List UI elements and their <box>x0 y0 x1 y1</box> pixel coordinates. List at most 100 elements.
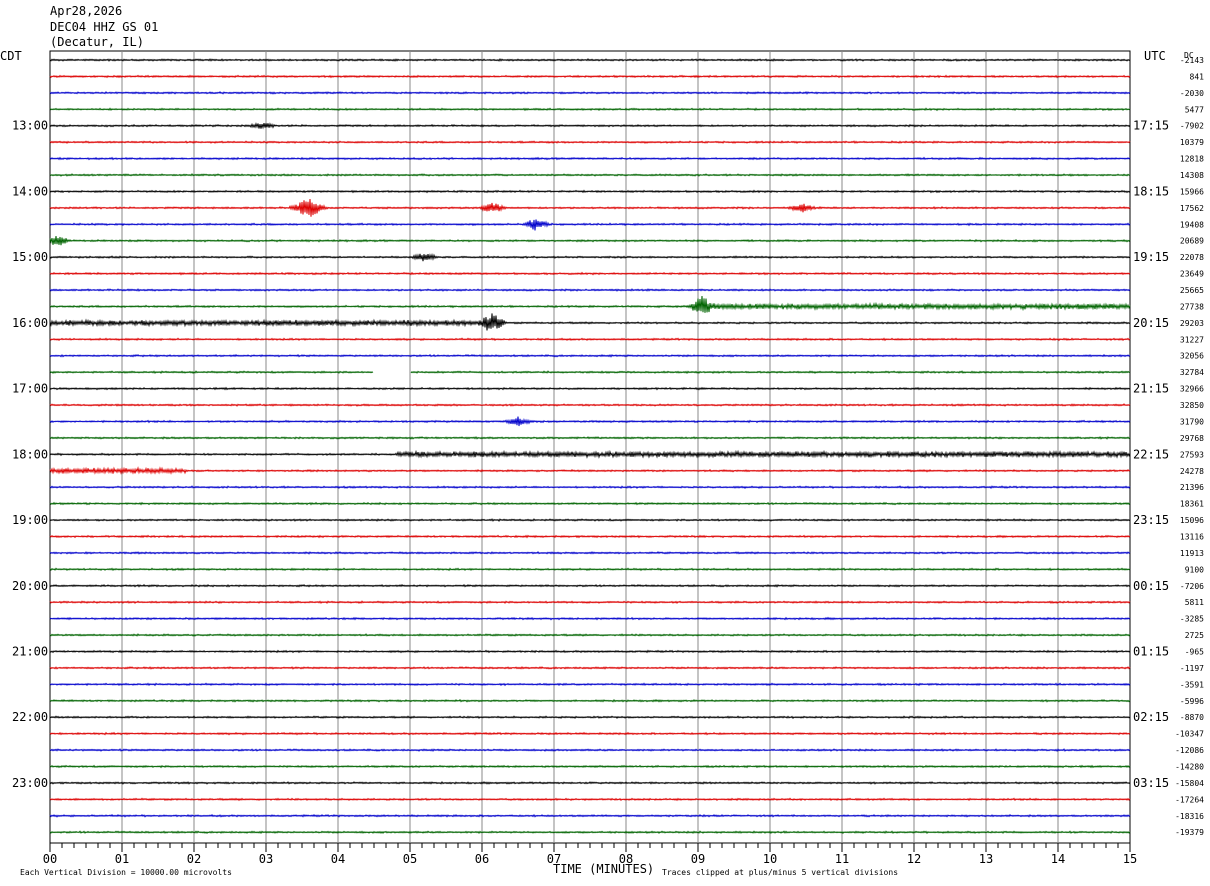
left-hour-label: 15:00 <box>12 250 48 264</box>
seismic-trace <box>49 219 1131 231</box>
right-hour-label: 17:15 <box>1133 119 1169 133</box>
seismic-trace <box>49 466 1131 475</box>
chart-frame <box>49 50 1131 844</box>
seismic-trace <box>49 288 1131 292</box>
right-hour-label: 20:15 <box>1133 316 1169 330</box>
dc-offset-value: 2725 <box>1185 631 1204 640</box>
right-zone-label: UTC <box>1144 49 1166 63</box>
dc-offset-value: 841 <box>1190 72 1205 81</box>
x-tick-label: 11 <box>835 852 849 866</box>
right-hour-label: 03:15 <box>1133 776 1169 790</box>
left-hour-label: 22:00 <box>12 710 48 724</box>
right-hour-label: 22:15 <box>1133 447 1169 461</box>
seismic-trace <box>49 189 1131 194</box>
dc-offset-value: 27593 <box>1180 450 1204 459</box>
x-tick-label: 01 <box>115 852 129 866</box>
dc-offset-value: 29203 <box>1180 319 1204 328</box>
seismic-trace <box>49 252 1131 262</box>
seismic-trace <box>49 90 1131 95</box>
right-hour-label: 23:15 <box>1133 513 1169 527</box>
x-axis-title: TIME (MINUTES) <box>553 862 654 876</box>
seismic-trace <box>49 534 1131 539</box>
dc-offset-value: 19408 <box>1180 220 1204 229</box>
seismic-trace <box>49 797 1131 802</box>
x-tick-label: 05 <box>403 852 417 866</box>
dc-offset-value: -3285 <box>1180 615 1204 624</box>
left-hour-label: 16:00 <box>12 316 48 330</box>
seismic-trace <box>49 313 1131 331</box>
dc-offset-value: -14280 <box>1175 762 1204 771</box>
x-tick-label: 12 <box>907 852 921 866</box>
dc-offset-value: 31227 <box>1180 335 1204 344</box>
seismic-trace <box>49 436 1131 440</box>
seismic-trace <box>49 666 1131 670</box>
seismic-trace <box>49 353 1131 358</box>
dc-offset-value: -18316 <box>1175 812 1204 821</box>
x-tick-label: 10 <box>763 852 777 866</box>
left-hour-label: 23:00 <box>12 776 48 790</box>
dc-offset-value: -2030 <box>1180 89 1204 98</box>
seismic-trace <box>49 748 1131 753</box>
x-tick-label: 00 <box>43 852 57 866</box>
seismic-trace <box>49 780 1131 785</box>
left-hour-label: 21:00 <box>12 644 48 658</box>
left-hour-label: 17:00 <box>12 382 48 396</box>
dc-offset-value: 25665 <box>1180 286 1204 295</box>
seismic-trace <box>49 449 1131 459</box>
dc-offset-value: 29768 <box>1180 434 1204 443</box>
seismic-trace <box>49 198 1131 217</box>
seismic-trace <box>49 122 1131 130</box>
dc-offset-value: -5996 <box>1180 697 1204 706</box>
seismic-trace <box>49 616 1131 621</box>
dc-offset-value: 18361 <box>1180 500 1204 509</box>
seismic-trace <box>49 583 1131 588</box>
seismic-trace <box>49 830 1131 835</box>
seismic-trace <box>49 370 1131 375</box>
seismic-trace <box>49 731 1131 736</box>
dc-offset-value: 5811 <box>1185 598 1204 607</box>
dc-offset-value: -7902 <box>1180 122 1204 131</box>
x-tick-label: 15 <box>1123 852 1137 866</box>
x-tick-label: 02 <box>187 852 201 866</box>
dc-offset-value: 20689 <box>1180 237 1204 246</box>
trace-group <box>49 57 1131 835</box>
x-tick-label: 14 <box>1051 852 1065 866</box>
seismic-trace <box>49 295 1131 313</box>
helicorder-chart: 00 01 02 03 04 05 06 07 08 09 10 11 12 13 14 15 CDT UTC… <box>0 49 1205 877</box>
dc-offset-value: -2143 <box>1180 56 1204 65</box>
dc-offset-value: 5477 <box>1185 105 1204 114</box>
dc-offset-value: 32784 <box>1180 368 1204 377</box>
left-hour-label: 18:00 <box>12 447 48 461</box>
seismic-trace <box>49 485 1131 490</box>
seismic-trace <box>49 698 1131 703</box>
dc-offset-value: -7206 <box>1180 582 1204 591</box>
seismic-trace <box>49 518 1131 522</box>
right-hour-label: 19:15 <box>1133 250 1169 264</box>
seismic-trace <box>49 501 1131 506</box>
right-hour-label: 01:15 <box>1133 644 1169 658</box>
seismic-trace <box>49 107 1131 112</box>
seismic-trace <box>49 173 1131 177</box>
seismic-trace <box>49 235 1131 246</box>
seismic-trace <box>49 403 1131 407</box>
dc-offset-value: 15966 <box>1180 187 1204 196</box>
dc-offset-value: 17562 <box>1180 204 1204 213</box>
dc-offset-value: 23649 <box>1180 270 1204 279</box>
dc-offset-value: 21396 <box>1180 483 1204 492</box>
x-tick-label: 04 <box>331 852 345 866</box>
dc-offset-value: 11913 <box>1180 549 1204 558</box>
x-tick-label: 09 <box>691 852 705 866</box>
dc-offset-value: 13116 <box>1180 532 1204 541</box>
dc-offset-value: 9100 <box>1185 565 1204 574</box>
seismic-trace <box>49 567 1131 572</box>
left-hour-label: 13:00 <box>12 119 48 133</box>
dc-offset-value: -3591 <box>1180 680 1204 689</box>
chart-grid <box>49 50 1131 844</box>
dc-offset-value: -15804 <box>1175 779 1204 788</box>
seismic-trace <box>49 633 1131 637</box>
right-hour-label: 21:15 <box>1133 382 1169 396</box>
clip-note: Traces clipped at plus/minus 5 vertical … <box>662 868 898 877</box>
x-tick-label: 06 <box>475 852 489 866</box>
dc-offset-value: 12818 <box>1180 155 1204 164</box>
scale-note: Each Vertical Division = 10000.00 microv… <box>20 868 232 877</box>
